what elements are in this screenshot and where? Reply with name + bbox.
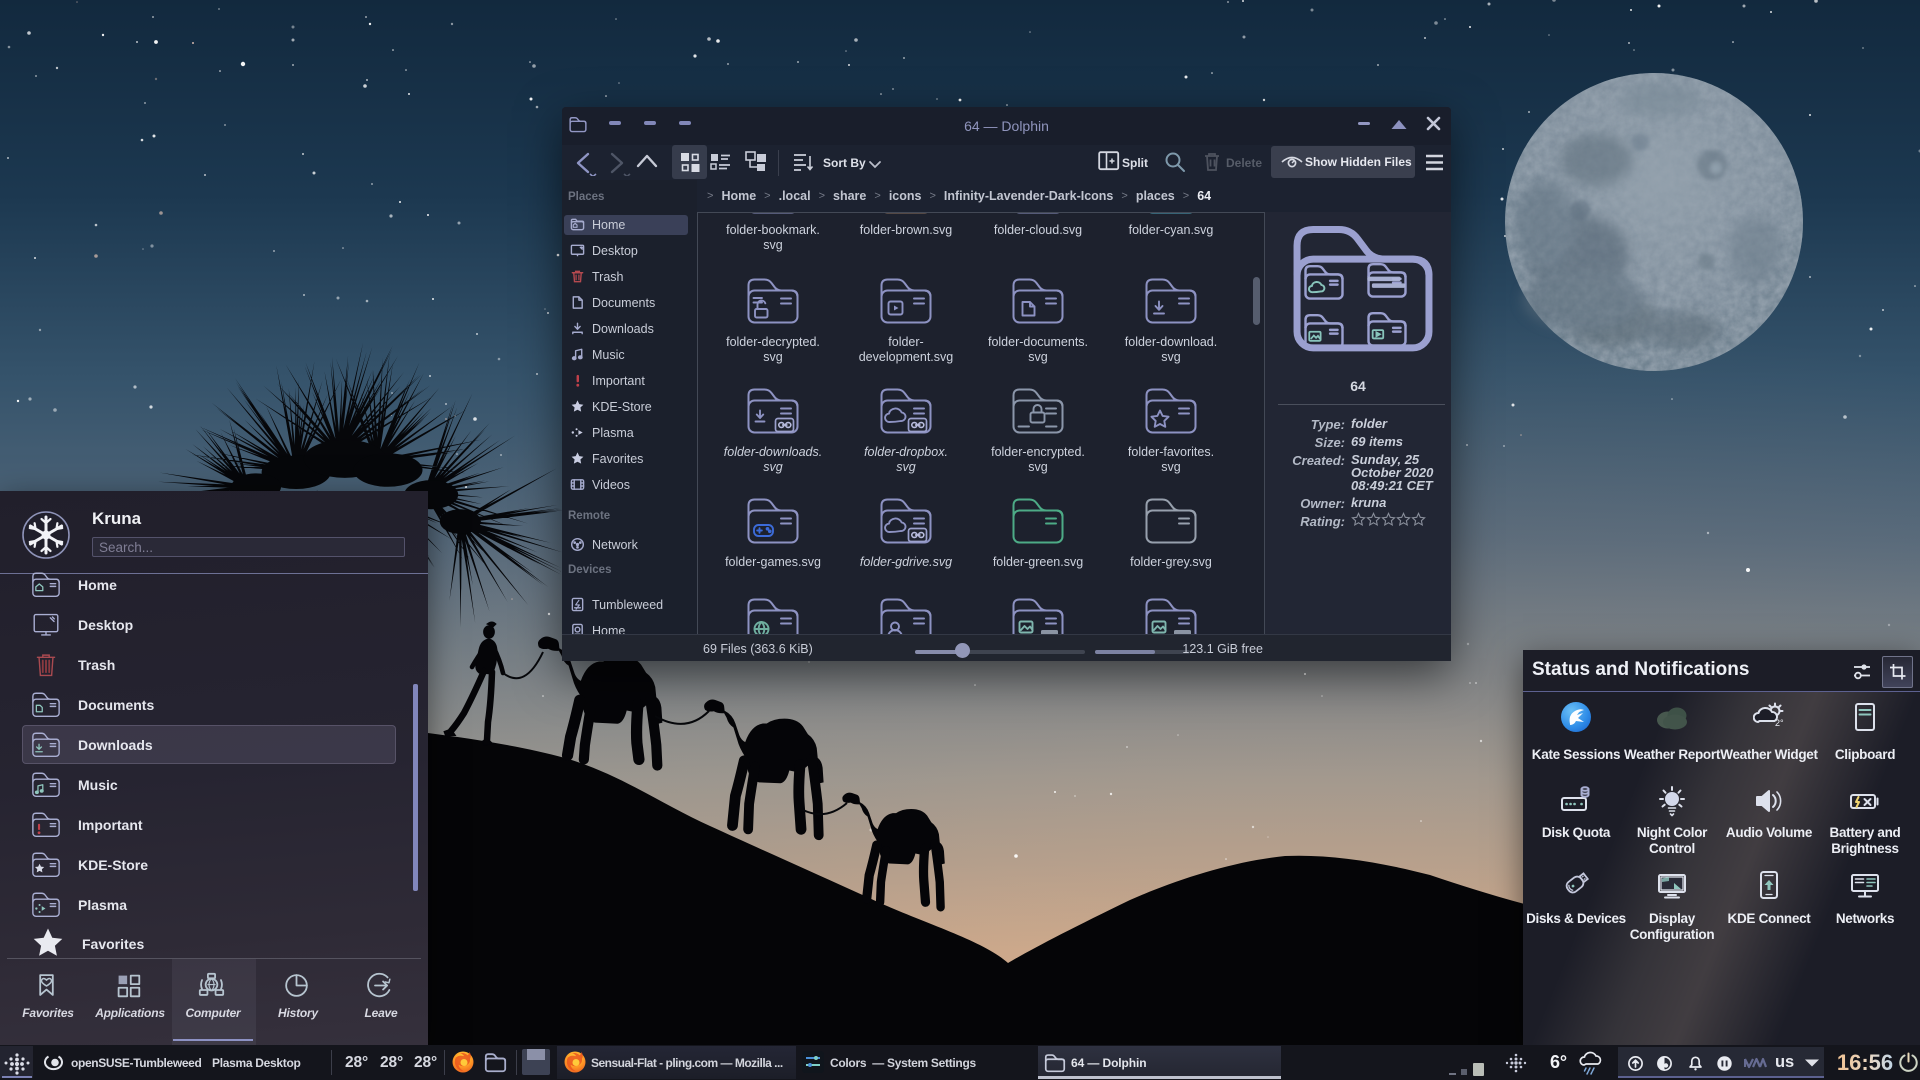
svg-text:2°: 2° <box>1775 718 1784 728</box>
